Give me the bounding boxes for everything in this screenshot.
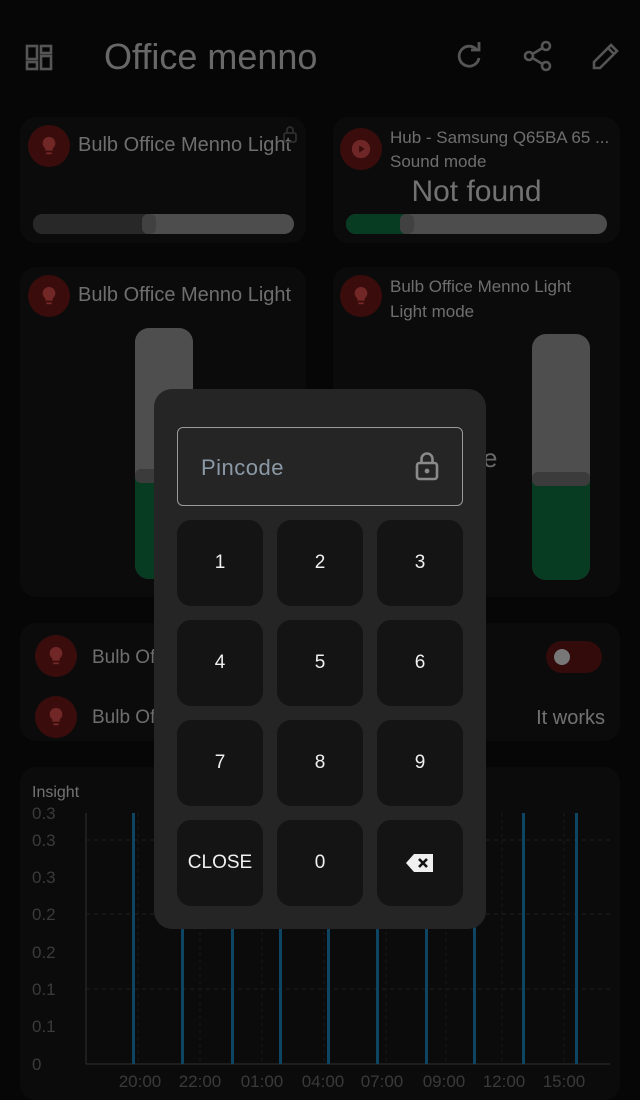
key-4[interactable]: 4 bbox=[177, 620, 263, 706]
close-button[interactable]: CLOSE bbox=[177, 820, 263, 906]
key-6[interactable]: 6 bbox=[377, 620, 463, 706]
pincode-placeholder: Pincode bbox=[201, 455, 285, 480]
key-0[interactable]: 0 bbox=[277, 820, 363, 906]
key-7[interactable]: 7 bbox=[177, 720, 263, 806]
backspace-icon bbox=[406, 854, 433, 872]
key-9[interactable]: 9 bbox=[377, 720, 463, 806]
key-8[interactable]: 8 bbox=[277, 720, 363, 806]
backspace-button[interactable] bbox=[377, 820, 463, 906]
key-2[interactable]: 2 bbox=[277, 520, 363, 606]
key-5[interactable]: 5 bbox=[277, 620, 363, 706]
key-3[interactable]: 3 bbox=[377, 520, 463, 606]
pincode-input[interactable]: Pincode bbox=[177, 427, 463, 506]
lock-icon bbox=[415, 452, 439, 481]
key-1[interactable]: 1 bbox=[177, 520, 263, 606]
pincode-dialog: Pincode 1 2 3 4 5 6 7 8 9 CLOSE 0 bbox=[154, 389, 486, 929]
